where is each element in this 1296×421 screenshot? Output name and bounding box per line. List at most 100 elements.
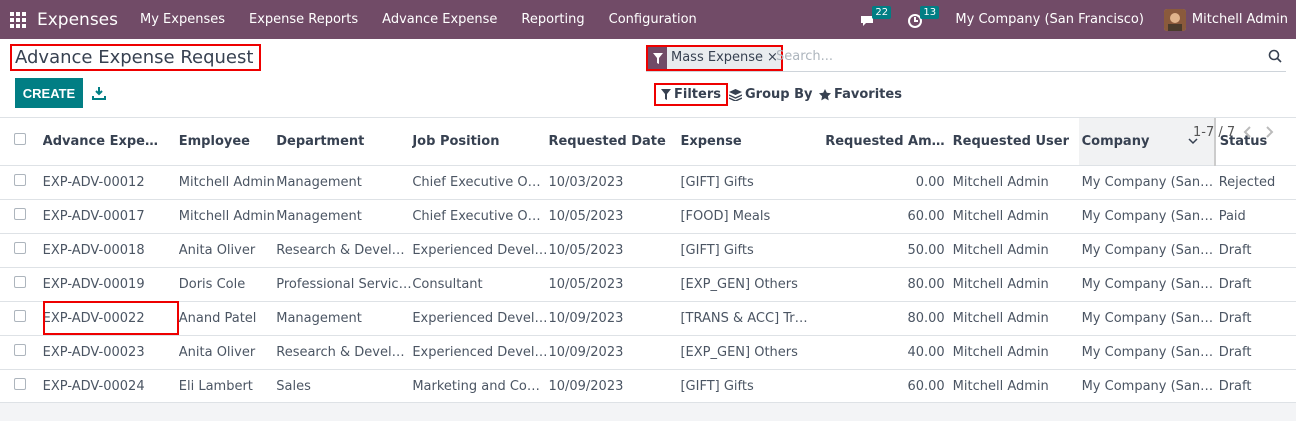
cell-employee[interactable]: Eli Lambert [178, 369, 277, 404]
cell-employee[interactable]: Doris Cole [178, 267, 277, 302]
cell-status[interactable]: Draft [1214, 267, 1296, 302]
cell-expense[interactable]: [FOOD] Meals [680, 199, 813, 234]
cell-department[interactable]: Professional Services [276, 267, 413, 302]
cell-job-position[interactable]: Marketing and Co… [412, 369, 549, 404]
activities-button[interactable]: 13 [907, 5, 940, 30]
header-requested-date[interactable]: Requested Date [548, 118, 681, 166]
header-department[interactable]: Department [276, 118, 413, 166]
menu-reporting[interactable]: Reporting [521, 12, 584, 27]
cell-requested-amount[interactable]: 60.00 [812, 199, 953, 234]
cell-requested-user[interactable]: Mitchell Admin [952, 233, 1079, 268]
table-row[interactable]: EXP-ADV-00019 Doris Cole Professional Serv… [0, 267, 1296, 302]
cell-expense[interactable]: [TRANS & ACC] Tra… [680, 301, 813, 336]
table-row[interactable]: EXP-ADV-00017 Mitchell Admin Management Chi… [0, 199, 1296, 234]
avatar[interactable] [1163, 8, 1186, 31]
header-expense[interactable]: Expense [680, 118, 813, 166]
cell-requested-amount[interactable]: 0.00 [812, 165, 953, 200]
cell-company[interactable]: My Company (San F… [1078, 369, 1215, 404]
cell-reference[interactable]: EXP-ADV-00012 [42, 165, 179, 200]
cell-expense[interactable]: [GIFT] Gifts [680, 369, 813, 404]
cell-department[interactable]: Management [276, 301, 413, 336]
cell-reference[interactable]: EXP-ADV-00022 [42, 301, 179, 336]
cell-requested-amount[interactable]: 60.00 [812, 369, 953, 404]
row-checkbox[interactable] [14, 174, 26, 186]
cell-requested-date[interactable]: 10/05/2023 [548, 199, 681, 234]
cell-requested-date[interactable]: 10/05/2023 [548, 267, 681, 302]
pager-previous-icon[interactable] [1242, 126, 1252, 138]
cell-requested-user[interactable]: Mitchell Admin [952, 335, 1079, 370]
cell-department[interactable]: Sales [276, 369, 413, 404]
cell-job-position[interactable]: Chief Executive Off… [412, 199, 549, 234]
row-checkbox[interactable] [14, 208, 26, 220]
company-switcher[interactable]: My Company (San Francisco) [955, 12, 1143, 27]
cell-requested-user[interactable]: Mitchell Admin [952, 301, 1079, 336]
app-title[interactable]: Expenses [37, 10, 118, 30]
cell-company[interactable]: My Company (San F… [1078, 233, 1215, 268]
cell-requested-date[interactable]: 10/09/2023 [548, 335, 681, 370]
cell-department[interactable]: Management [276, 199, 413, 234]
favorites-button[interactable]: Favorites [819, 83, 902, 106]
cell-requested-user[interactable]: Mitchell Admin [952, 165, 1079, 200]
header-job-position[interactable]: Job Position [412, 118, 549, 166]
row-checkbox[interactable] [14, 310, 26, 322]
menu-expense-reports[interactable]: Expense Reports [249, 12, 358, 27]
cell-employee[interactable]: Mitchell Admin [178, 165, 277, 200]
table-row[interactable]: EXP-ADV-00022 Anand Patel Management Experi… [0, 301, 1296, 336]
cell-requested-user[interactable]: Mitchell Admin [952, 199, 1079, 234]
menu-configuration[interactable]: Configuration [609, 12, 697, 27]
cell-company[interactable]: My Company (San F… [1078, 267, 1215, 302]
cell-expense[interactable]: [GIFT] Gifts [680, 165, 813, 200]
cell-requested-date[interactable]: 10/09/2023 [548, 301, 681, 336]
select-all-checkbox[interactable] [14, 133, 26, 146]
cell-reference[interactable]: EXP-ADV-00017 [42, 199, 179, 234]
cell-job-position[interactable]: Experienced Devel… [412, 233, 549, 268]
download-icon[interactable] [92, 86, 106, 100]
create-button[interactable]: CREATE [15, 78, 83, 108]
table-row[interactable]: EXP-ADV-00018 Anita Oliver Research & Deve… [0, 233, 1296, 268]
cell-requested-user[interactable]: Mitchell Admin [952, 369, 1079, 404]
cell-employee[interactable]: Anand Patel [178, 301, 277, 336]
cell-requested-user[interactable]: Mitchell Admin [952, 267, 1079, 302]
cell-employee[interactable]: Mitchell Admin [178, 199, 277, 234]
cell-reference[interactable]: EXP-ADV-00024 [42, 369, 179, 404]
row-checkbox[interactable] [14, 378, 26, 390]
header-requested-user[interactable]: Requested User [952, 118, 1079, 166]
pager-next-icon[interactable] [1265, 126, 1275, 138]
table-row[interactable]: EXP-ADV-00023 Anita Oliver Research & Deve… [0, 335, 1296, 370]
cell-company[interactable]: My Company (San F… [1078, 335, 1215, 370]
cell-status[interactable]: Draft [1214, 233, 1296, 268]
user-menu[interactable]: Mitchell Admin [1192, 12, 1288, 27]
cell-status[interactable]: Draft [1214, 369, 1296, 404]
cell-expense[interactable]: [EXP_GEN] Others [680, 267, 813, 302]
cell-company[interactable]: My Company (San F… [1078, 199, 1215, 234]
row-checkbox[interactable] [14, 242, 26, 254]
apps-menu-icon[interactable] [10, 11, 26, 28]
cell-requested-amount[interactable]: 80.00 [812, 301, 953, 336]
menu-advance-expense[interactable]: Advance Expense [382, 12, 497, 27]
header-requested-amount[interactable]: Requested Am… [812, 118, 953, 166]
cell-requested-amount[interactable]: 40.00 [812, 335, 953, 370]
cell-expense[interactable]: [GIFT] Gifts [680, 233, 813, 268]
cell-requested-date[interactable]: 10/09/2023 [548, 369, 681, 404]
cell-reference[interactable]: EXP-ADV-00023 [42, 335, 179, 370]
cell-job-position[interactable]: Consultant [412, 267, 549, 302]
row-checkbox[interactable] [14, 344, 26, 356]
cell-job-position[interactable]: Experienced Devel… [412, 301, 549, 336]
filters-button[interactable]: Filters [654, 83, 728, 106]
pager-value[interactable]: 1-7 / 7 [1193, 125, 1235, 140]
cell-expense[interactable]: [EXP_GEN] Others [680, 335, 813, 370]
cell-requested-amount[interactable]: 80.00 [812, 267, 953, 302]
cell-reference[interactable]: EXP-ADV-00018 [42, 233, 179, 268]
header-employee[interactable]: Employee [178, 118, 277, 166]
search-input[interactable]: Search... [776, 49, 833, 64]
cell-requested-amount[interactable]: 50.00 [812, 233, 953, 268]
messages-button[interactable]: 22 [859, 5, 892, 30]
cell-status[interactable]: Draft [1214, 335, 1296, 370]
group-by-button[interactable]: Group By [729, 83, 812, 106]
cell-job-position[interactable]: Chief Executive Off… [412, 165, 549, 200]
cell-department[interactable]: Research & Develo… [276, 335, 413, 370]
row-checkbox[interactable] [14, 276, 26, 288]
cell-employee[interactable]: Anita Oliver [178, 233, 277, 268]
cell-requested-date[interactable]: 10/03/2023 [548, 165, 681, 200]
cell-status[interactable]: Paid [1214, 199, 1296, 234]
